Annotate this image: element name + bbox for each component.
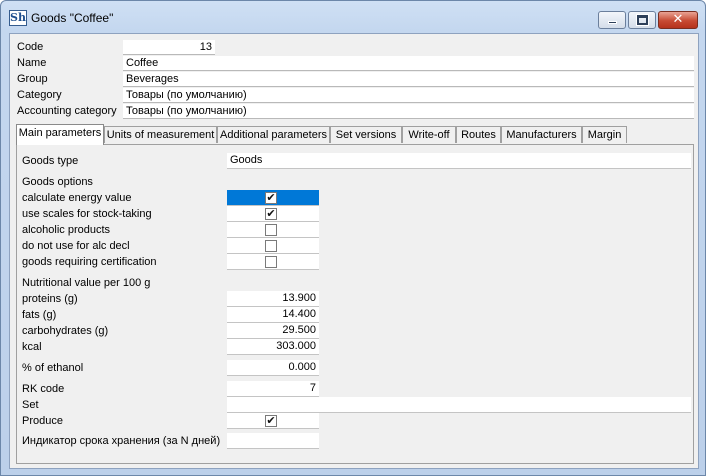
set-label: Set — [22, 399, 39, 411]
tab-set-versions[interactable]: Set versions — [330, 126, 402, 143]
carbohydrates-field[interactable]: 29.500 — [227, 323, 319, 339]
option-calculate-energy-cell[interactable]: ✔ — [227, 190, 319, 206]
category-field[interactable]: Товары (по умолчанию) — [123, 88, 694, 103]
certification-checkbox[interactable] — [265, 256, 277, 268]
no-alc-decl-checkbox[interactable] — [265, 240, 277, 252]
tab-margin[interactable]: Margin — [582, 126, 627, 143]
use-scales-checkbox[interactable]: ✔ — [265, 208, 277, 220]
minimize-icon — [608, 21, 617, 24]
option-certification-label: goods requiring certification — [22, 256, 157, 268]
option-no-alc-decl-cell[interactable] — [227, 238, 319, 254]
produce-checkbox[interactable]: ✔ — [265, 415, 277, 427]
close-button[interactable]: ✕ — [658, 11, 698, 29]
accounting-category-label: Accounting category — [17, 105, 117, 117]
tab-units-of-measurement[interactable]: Units of measurement — [104, 126, 217, 143]
accounting-category-field[interactable]: Товары (по умолчанию) — [123, 104, 694, 119]
set-field[interactable] — [227, 397, 691, 413]
goods-type-label: Goods type — [22, 155, 79, 167]
fats-label: fats (g) — [22, 309, 57, 321]
option-use-scales-cell[interactable]: ✔ — [227, 206, 319, 222]
fats-field[interactable]: 14.400 — [227, 307, 319, 323]
kcal-field[interactable]: 303.000 — [227, 339, 319, 355]
shelf-life-label: Индикатор срока хранения (за N дней) — [22, 435, 221, 447]
goods-window: Sh Goods "Coffee" ✕ Code 13 Name Coffee … — [0, 0, 706, 476]
name-label: Name — [17, 57, 47, 69]
option-use-scales-label: use scales for stock-taking — [22, 208, 152, 220]
option-calculate-energy-label: calculate energy value — [22, 192, 132, 204]
form-client-area: Code 13 Name Coffee Group Beverages Cate… — [9, 33, 699, 469]
close-icon: ✕ — [672, 12, 684, 27]
option-alcoholic-cell[interactable] — [227, 222, 319, 238]
proteins-field[interactable]: 13.900 — [227, 291, 319, 307]
calculate-energy-checkbox[interactable]: ✔ — [265, 192, 277, 204]
tab-manufacturers[interactable]: Manufacturers — [501, 126, 582, 143]
code-field[interactable]: 13 — [123, 40, 215, 55]
option-no-alc-decl-label: do not use for alc decl — [22, 240, 130, 252]
maximize-icon — [637, 15, 648, 25]
category-label: Category — [17, 89, 62, 101]
kcal-label: kcal — [22, 341, 42, 353]
title-bar[interactable]: Sh Goods "Coffee" ✕ — [1, 1, 705, 33]
app-icon: Sh — [9, 10, 27, 26]
tab-additional-parameters[interactable]: Additional parameters — [217, 126, 330, 143]
ethanol-field[interactable]: 0.000 — [227, 360, 319, 376]
main-parameters-panel: Goods type Goods Goods options calculate… — [16, 144, 694, 464]
shelf-life-field[interactable] — [227, 433, 319, 449]
tab-main-parameters[interactable]: Main parameters — [16, 124, 104, 145]
tab-routes[interactable]: Routes — [456, 126, 501, 143]
goods-type-field[interactable]: Goods — [227, 153, 691, 169]
name-field[interactable]: Coffee — [123, 56, 694, 71]
ethanol-label: % of ethanol — [22, 362, 84, 374]
goods-options-label: Goods options — [22, 176, 93, 188]
minimize-button[interactable] — [598, 11, 626, 29]
alcoholic-checkbox[interactable] — [265, 224, 277, 236]
maximize-button[interactable] — [628, 11, 656, 29]
tab-write-off[interactable]: Write-off — [402, 126, 456, 143]
group-field[interactable]: Beverages — [123, 72, 694, 87]
carbohydrates-label: carbohydrates (g) — [22, 325, 109, 337]
rk-code-field[interactable]: 7 — [227, 381, 319, 397]
window-title: Goods "Coffee" — [31, 11, 114, 25]
proteins-label: proteins (g) — [22, 293, 78, 305]
code-label: Code — [17, 41, 44, 53]
rk-code-label: RK code — [22, 383, 65, 395]
produce-label: Produce — [22, 415, 63, 427]
option-alcoholic-label: alcoholic products — [22, 224, 111, 236]
option-certification-cell[interactable] — [227, 254, 319, 270]
nutrition-section-label: Nutritional value per 100 g — [22, 277, 151, 289]
produce-cell[interactable]: ✔ — [227, 413, 319, 429]
group-label: Group — [17, 73, 48, 85]
